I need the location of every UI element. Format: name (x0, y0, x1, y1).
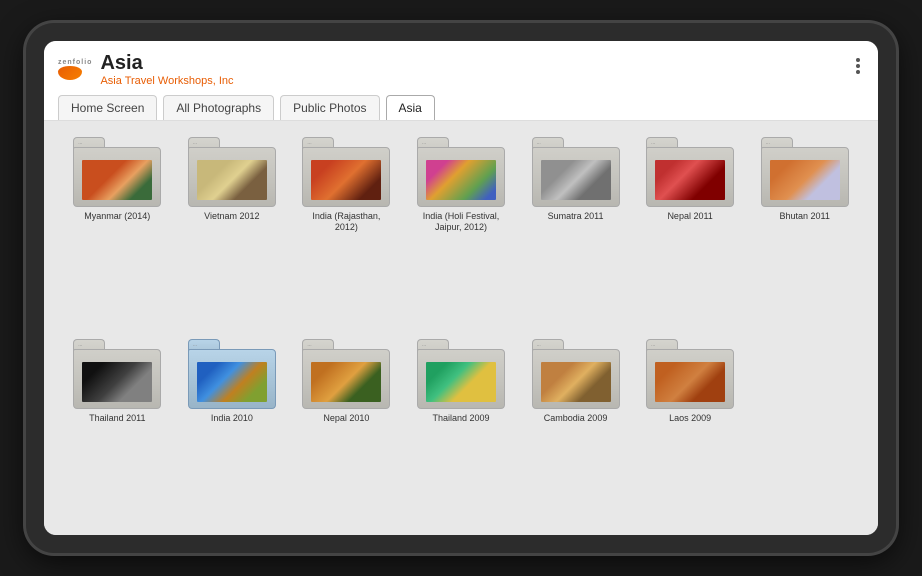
folder-laos[interactable]: ... Laos 2009 (637, 339, 744, 521)
more-dot-1 (856, 58, 860, 62)
folder-icon-vietnam: ... (188, 137, 276, 207)
folder-nepal[interactable]: ... Nepal 2011 (637, 137, 744, 329)
folder-india-raj[interactable]: ... India (Rajasthan, 2012) (293, 137, 400, 329)
folder-thailand[interactable]: ... Thailand 2011 (64, 339, 171, 521)
folder-photo-laos (655, 362, 725, 402)
folder-photo-vietnam (197, 160, 267, 200)
folder-name-vietnam: Vietnam 2012 (204, 211, 259, 222)
subtitle: Asia Travel Workshops, Inc (100, 75, 233, 87)
folder-body-myanmar (73, 147, 161, 207)
folder-body-thailand (73, 349, 161, 409)
screen: zenfolio Asia Asia Travel Workshops, Inc… (44, 41, 878, 535)
zenfolio-icon (58, 66, 82, 80)
folder-photo-thailand (82, 362, 152, 402)
folder-name-myanmar: Myanmar (2014) (84, 211, 150, 222)
more-dot-2 (856, 64, 860, 68)
folder-icon-india-raj: ... (302, 137, 390, 207)
folder-name-india-raj: India (Rajasthan, 2012) (302, 211, 390, 233)
folder-name-cambodia: Cambodia 2009 (544, 413, 608, 424)
folder-sumatra[interactable]: ... Sumatra 2011 (522, 137, 629, 329)
tab-public-photos[interactable]: Public Photos (280, 95, 379, 120)
folder-photo-myanmar (82, 160, 152, 200)
folder-body-bhutan (761, 147, 849, 207)
folder-photo-india-raj (311, 160, 381, 200)
folder-photo-india-holi (426, 160, 496, 200)
folder-body-nepal (646, 147, 734, 207)
folder-name-nepal: Nepal 2011 (667, 211, 712, 222)
nav-tabs: Home Screen All Photographs Public Photo… (58, 95, 864, 120)
folder-photo-nepal (655, 160, 725, 200)
folder-icon-cambodia: ... (532, 339, 620, 409)
folder-name-sumatra: Sumatra 2011 (548, 211, 604, 222)
folder-bhutan[interactable]: ... Bhutan 2011 (751, 137, 858, 329)
folder-grid: ... Myanmar (2014) ... Vietnam 2012 (44, 121, 878, 535)
folder-icon-laos: ... (646, 339, 734, 409)
folder-icon-india2010: ... (188, 339, 276, 409)
page-title: Asia (100, 51, 233, 75)
folder-name-india-holi: India (Holi Festival, Jaipur, 2012) (417, 211, 505, 233)
folder-photo-sumatra (541, 160, 611, 200)
folder-name-thailand09: Thailand 2009 (432, 413, 489, 424)
more-dot-3 (856, 70, 860, 74)
folder-myanmar[interactable]: ... Myanmar (2014) (64, 137, 171, 329)
folder-nepal2010[interactable]: ... Nepal 2010 (293, 339, 400, 521)
folder-icon-bhutan: ... (761, 137, 849, 207)
tab-all-photographs[interactable]: All Photographs (163, 95, 274, 120)
folder-photo-bhutan (770, 160, 840, 200)
folder-icon-nepal2010: ... (302, 339, 390, 409)
folder-photo-thailand09 (426, 362, 496, 402)
folder-name-india2010: India 2010 (211, 413, 253, 424)
folder-body-thailand09 (417, 349, 505, 409)
folder-body-india2010 (188, 349, 276, 409)
folder-icon-nepal: ... (646, 137, 734, 207)
folder-body-india-holi (417, 147, 505, 207)
folder-name-nepal2010: Nepal 2010 (323, 413, 369, 424)
folder-photo-india2010 (197, 362, 267, 402)
header: zenfolio Asia Asia Travel Workshops, Inc… (44, 41, 878, 121)
header-left: zenfolio Asia Asia Travel Workshops, Inc (58, 51, 234, 87)
title-block: Asia Asia Travel Workshops, Inc (100, 51, 233, 87)
folder-body-laos (646, 349, 734, 409)
folder-icon-india-holi: ... (417, 137, 505, 207)
header-top: zenfolio Asia Asia Travel Workshops, Inc (58, 51, 864, 87)
tab-home[interactable]: Home Screen (58, 95, 157, 120)
folder-body-vietnam (188, 147, 276, 207)
folder-icon-thailand: ... (73, 339, 161, 409)
folder-photo-nepal2010 (311, 362, 381, 402)
zenfolio-text: zenfolio (58, 59, 92, 66)
folder-name-bhutan: Bhutan 2011 (780, 211, 830, 222)
folder-india-holi[interactable]: ... India (Holi Festival, Jaipur, 2012) (408, 137, 515, 329)
more-button[interactable] (852, 51, 864, 81)
folder-icon-myanmar: ... (73, 137, 161, 207)
folder-body-cambodia (532, 349, 620, 409)
device-frame: zenfolio Asia Asia Travel Workshops, Inc… (26, 23, 896, 553)
folder-name-thailand: Thailand 2011 (89, 413, 145, 424)
folder-vietnam[interactable]: ... Vietnam 2012 (179, 137, 286, 329)
folder-icon-thailand09: ... (417, 339, 505, 409)
folder-icon-sumatra: ... (532, 137, 620, 207)
folder-thailand09[interactable]: ... Thailand 2009 (408, 339, 515, 521)
folder-body-india-raj (302, 147, 390, 207)
folder-body-nepal2010 (302, 349, 390, 409)
folder-photo-cambodia (541, 362, 611, 402)
tab-asia[interactable]: Asia (386, 95, 435, 120)
folder-cambodia[interactable]: ... Cambodia 2009 (522, 339, 629, 521)
folder-name-laos: Laos 2009 (669, 413, 711, 424)
folder-india2010[interactable]: ... India 2010 (179, 339, 286, 521)
zenfolio-logo: zenfolio (58, 59, 92, 80)
folder-body-sumatra (532, 147, 620, 207)
